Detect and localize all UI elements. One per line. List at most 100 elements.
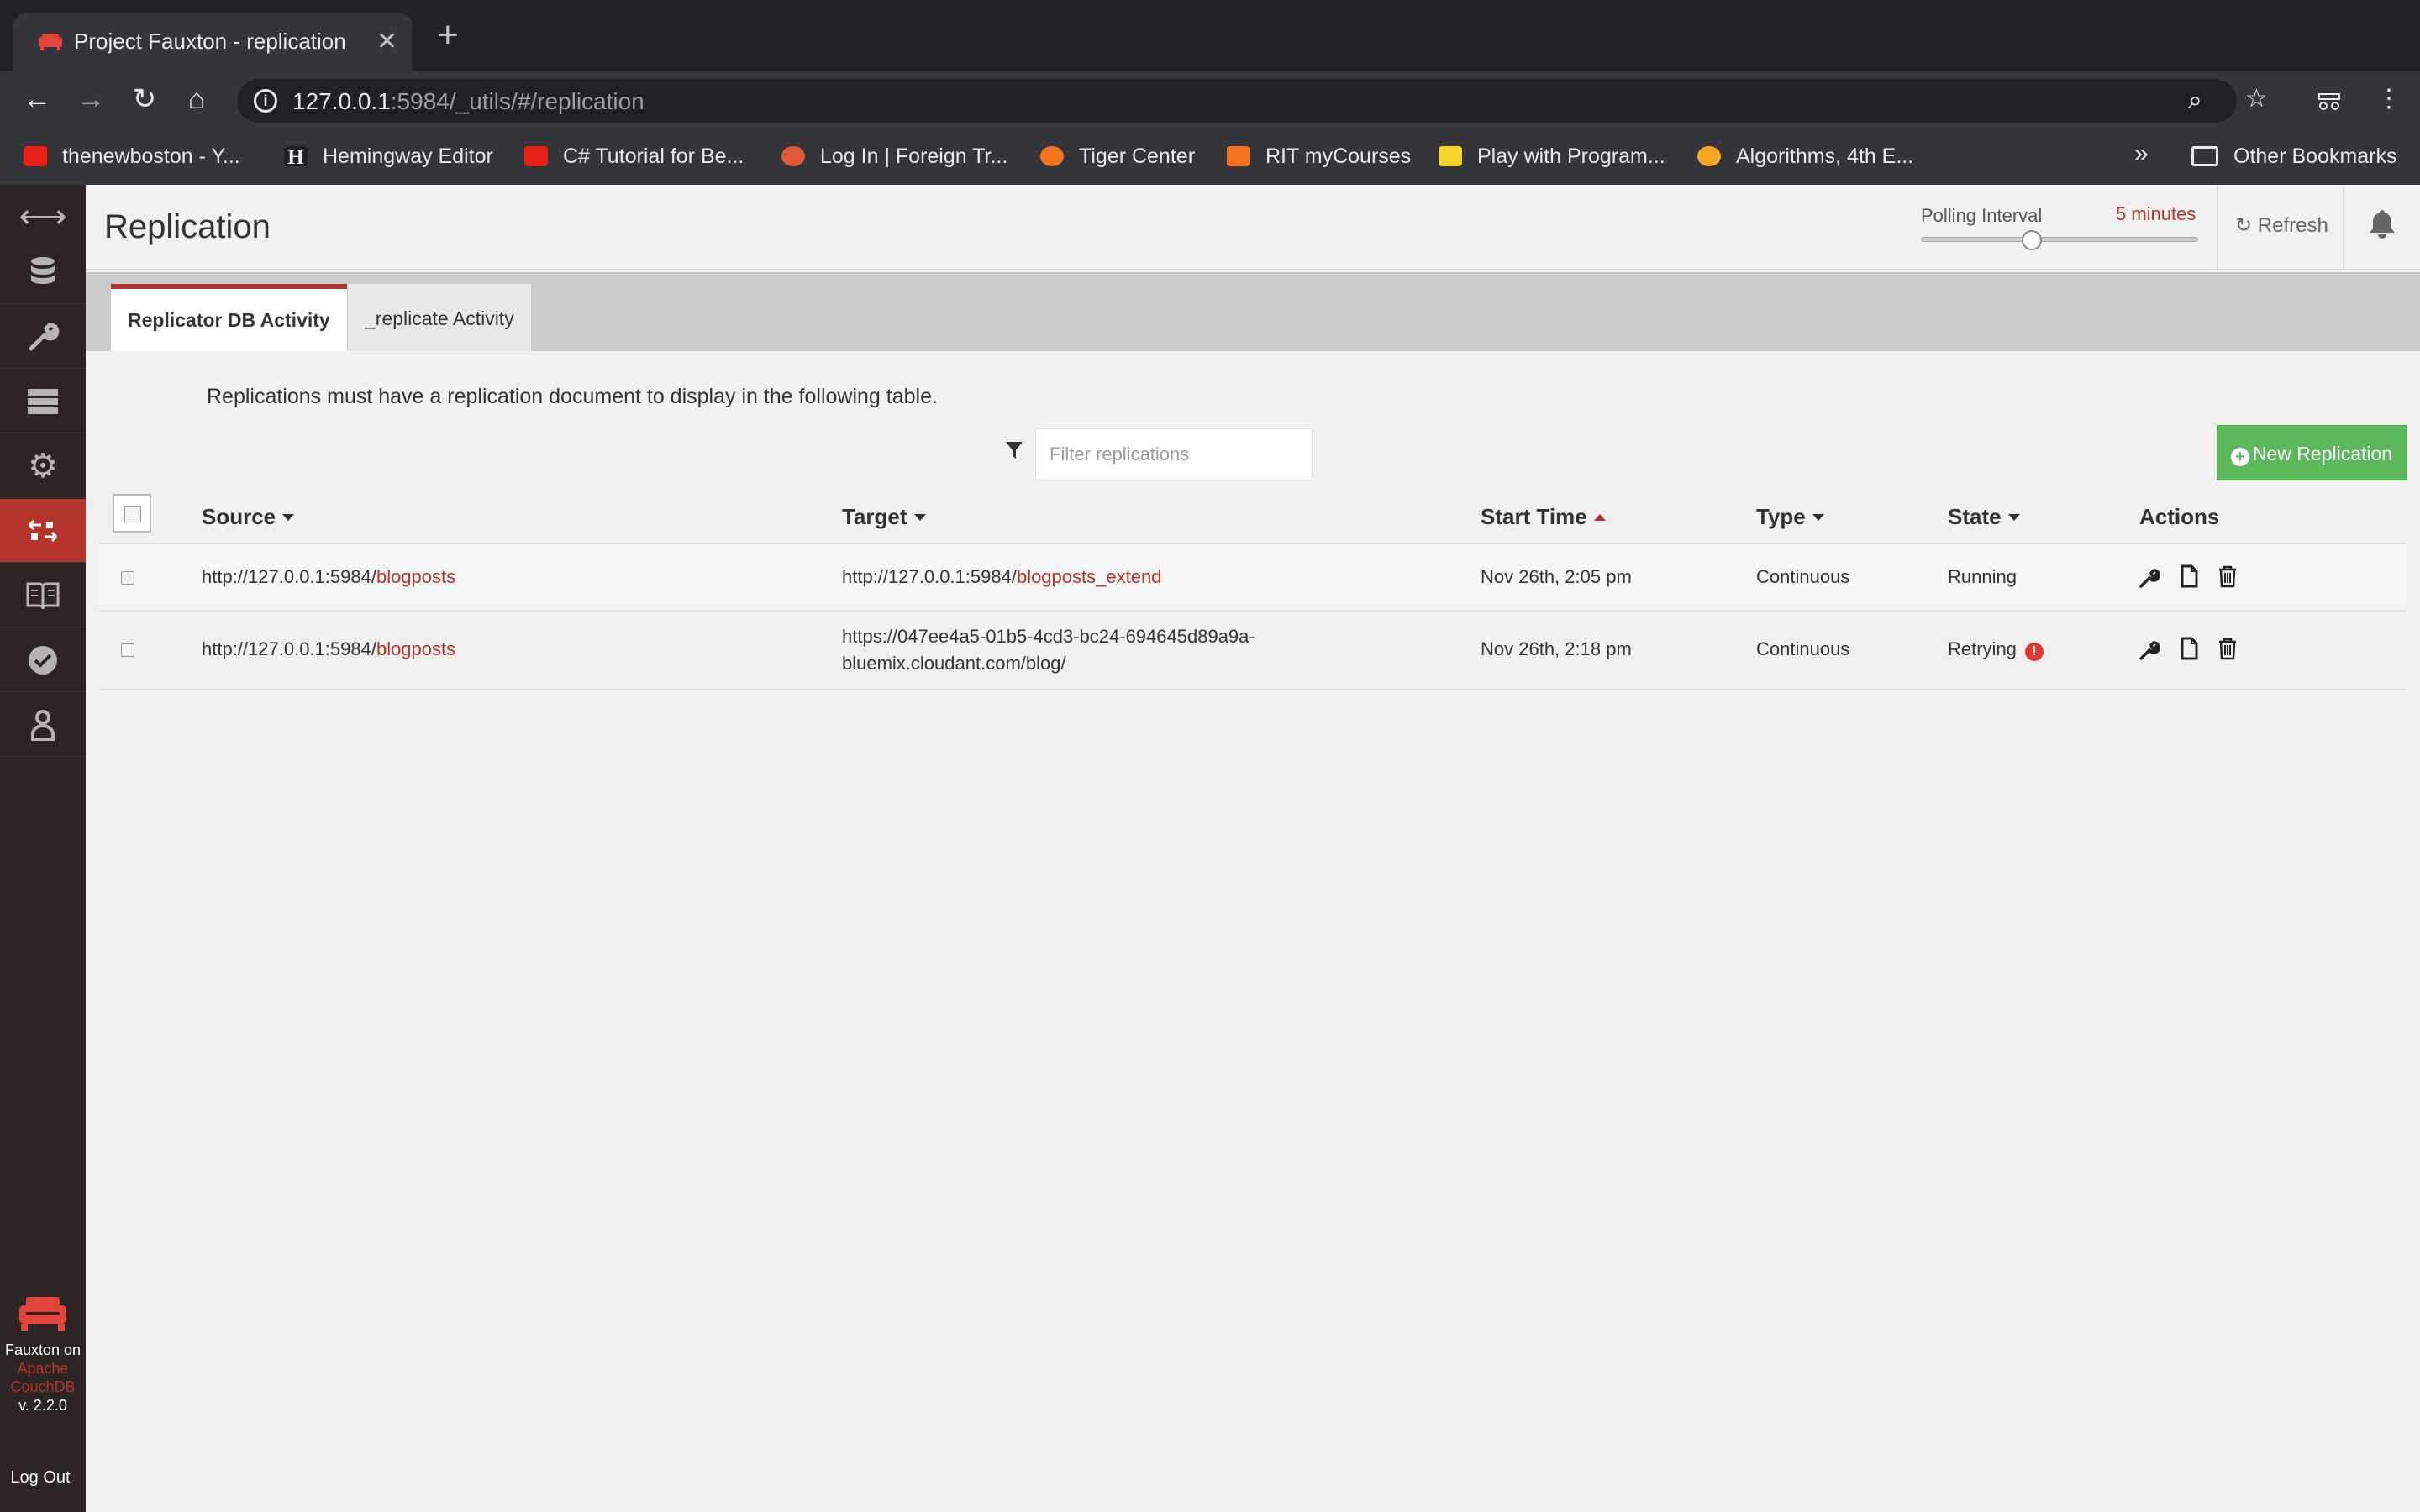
- row-checkbox[interactable]: [121, 571, 134, 585]
- new-tab-icon[interactable]: +: [437, 17, 459, 54]
- home-icon[interactable]: ⌂: [180, 82, 213, 116]
- user-icon: [31, 709, 55, 741]
- bookmark-star-icon[interactable]: ☆: [2245, 84, 2268, 114]
- logout-link[interactable]: Log Out: [0, 1468, 81, 1488]
- edit-wrench-icon[interactable]: [2138, 638, 2160, 662]
- source-db-link[interactable]: blogposts: [376, 638, 455, 659]
- delete-trash-icon[interactable]: [2217, 564, 2238, 588]
- mycourses-icon: [1227, 146, 1250, 166]
- expand-sidebar-icon[interactable]: ⟷: [0, 195, 86, 239]
- bookmark-item[interactable]: Log In | Foreign Tr...: [781, 141, 1007, 171]
- site-info-icon[interactable]: i: [254, 89, 277, 113]
- sidebar-footer: Fauxton on Apache CouchDB v. 2.2.0: [0, 1294, 86, 1415]
- tab-replicator-db-activity[interactable]: Replicator DB Activity: [111, 284, 347, 351]
- bookmark-item[interactable]: H Hemingway Editor: [284, 141, 493, 171]
- new-replication-button[interactable]: + New Replication: [2217, 425, 2407, 480]
- foreign-trade-icon: [781, 146, 805, 166]
- bookmark-item[interactable]: C# Tutorial for Be...: [524, 141, 744, 171]
- forward-icon[interactable]: →: [74, 82, 108, 116]
- intro-text: Replications must have a replication doc…: [207, 385, 938, 408]
- footer-couchdb[interactable]: CouchDB: [0, 1378, 86, 1396]
- column-header-type[interactable]: Type: [1756, 504, 1824, 530]
- view-document-icon[interactable]: [2178, 637, 2200, 660]
- view-document-icon[interactable]: [2178, 564, 2200, 588]
- bookmark-item[interactable]: thenewboston - Y...: [24, 141, 240, 171]
- polling-slider-thumb[interactable]: [2022, 230, 2042, 250]
- target-db-link[interactable]: blogposts_extend: [1017, 566, 1161, 587]
- menu-kebab-icon[interactable]: ⋮: [2376, 84, 2402, 114]
- sort-ascending-icon: [1593, 514, 1606, 521]
- other-bookmarks[interactable]: Other Bookmarks: [2191, 141, 2397, 171]
- select-all-checkbox[interactable]: [113, 494, 151, 533]
- incognito-extension-icon[interactable]: [2316, 92, 2343, 111]
- source-db-link[interactable]: blogposts: [376, 566, 455, 587]
- table-row: http://127.0.0.1:5984/blogposts http://1…: [99, 543, 2407, 610]
- check-circle-icon: [29, 645, 57, 675]
- column-header-source[interactable]: Source: [202, 504, 295, 530]
- edit-wrench-icon[interactable]: [2138, 566, 2160, 590]
- browser-tab[interactable]: Project Fauxton - replication ✕: [13, 13, 412, 71]
- bookmark-item[interactable]: Algorithms, 4th E...: [1697, 141, 1913, 171]
- close-tab-icon[interactable]: ✕: [376, 25, 397, 59]
- start-time-cell: Nov 26th, 2:05 pm: [1481, 566, 1632, 587]
- column-header-actions: Actions: [2139, 504, 2220, 529]
- filter-replications-input[interactable]: [1035, 428, 1313, 480]
- polling-slider-track[interactable]: [1921, 237, 2198, 242]
- sidebar-item-databases[interactable]: [0, 240, 86, 304]
- sidebar-item-config[interactable]: ⚙: [0, 434, 86, 498]
- sort-caret-icon: [2007, 514, 2020, 521]
- sidebar-item-active-tasks[interactable]: [0, 370, 86, 433]
- error-alert-icon[interactable]: !: [2024, 643, 2044, 661]
- sort-caret-icon: [913, 514, 926, 521]
- youtube-icon: [24, 146, 47, 166]
- table-row: http://127.0.0.1:5984/blogposts https://…: [99, 610, 2407, 690]
- app-sidebar: ⟷ ⚙ Fauxton on Apache CouchDB v. 2.2.0 L…: [0, 185, 86, 1512]
- bookmarks-bar: thenewboston - Y... H Hemingway Editor C#…: [0, 129, 2420, 185]
- source-cell: http://127.0.0.1:5984/blogposts: [202, 638, 456, 659]
- wrench-icon: [29, 322, 60, 350]
- plus-circle-icon: +: [2230, 448, 2249, 466]
- column-header-target[interactable]: Target: [842, 504, 926, 530]
- gear-icon: ⚙: [28, 447, 58, 485]
- folder-icon: [2191, 146, 2218, 166]
- tab-replicate-activity[interactable]: _replicate Activity: [348, 284, 531, 351]
- type-cell: Continuous: [1756, 638, 1850, 659]
- bookmark-item[interactable]: Tiger Center: [1040, 141, 1195, 171]
- sidebar-item-replication[interactable]: [0, 499, 86, 563]
- footer-fauxton-on: Fauxton on: [4, 1341, 82, 1358]
- bookmark-item[interactable]: Play with Program...: [1439, 141, 1665, 171]
- sort-caret-icon: [282, 514, 295, 521]
- more-bookmarks-icon[interactable]: »: [2134, 139, 2149, 168]
- polling-interval-value: 5 minutes: [2116, 203, 2196, 224]
- sidebar-item-account[interactable]: [0, 693, 86, 757]
- column-header-start-time[interactable]: Start Time: [1481, 504, 1606, 530]
- replication-tabbar: Replicator DB Activity _replicate Activi…: [86, 272, 2420, 351]
- source-cell: http://127.0.0.1:5984/blogposts: [202, 566, 456, 587]
- replication-icon: [28, 519, 58, 542]
- reload-icon[interactable]: ↻: [128, 82, 161, 116]
- notification-bell-icon[interactable]: [2368, 208, 2396, 240]
- header-divider: [2217, 185, 2218, 270]
- column-header-state[interactable]: State: [1948, 504, 2020, 530]
- delete-trash-icon[interactable]: [2217, 637, 2238, 660]
- sidebar-item-verify[interactable]: [0, 628, 86, 692]
- page-header: Replication Polling Interval 5 minutes ↻…: [86, 185, 2420, 270]
- page-title: Replication: [104, 208, 271, 245]
- address-url[interactable]: 127.0.0.1:5984/_utils/#/replication: [292, 88, 644, 115]
- filter-icon: [1006, 442, 1023, 459]
- refresh-button[interactable]: ↻ Refresh: [2235, 213, 2328, 238]
- zoom-icon[interactable]: ⌕: [2188, 86, 2202, 116]
- footer-apache[interactable]: Apache: [0, 1359, 86, 1378]
- sidebar-item-documentation[interactable]: [0, 564, 86, 627]
- database-icon: [31, 256, 55, 284]
- back-icon[interactable]: ←: [20, 82, 54, 116]
- header-divider: [2343, 185, 2344, 270]
- footer-version: v. 2.2.0: [18, 1397, 67, 1414]
- address-bar[interactable]: i 127.0.0.1:5984/_utils/#/replication ⌕: [237, 79, 2237, 123]
- browser-tab-title: Project Fauxton - replication: [74, 29, 346, 54]
- sidebar-item-setup[interactable]: [0, 305, 86, 369]
- row-checkbox[interactable]: [121, 643, 134, 657]
- bookmark-item[interactable]: RIT myCourses: [1227, 141, 1411, 171]
- polling-interval-label: Polling Interval: [1921, 205, 2043, 226]
- couchdb-logo-icon: [19, 1297, 66, 1331]
